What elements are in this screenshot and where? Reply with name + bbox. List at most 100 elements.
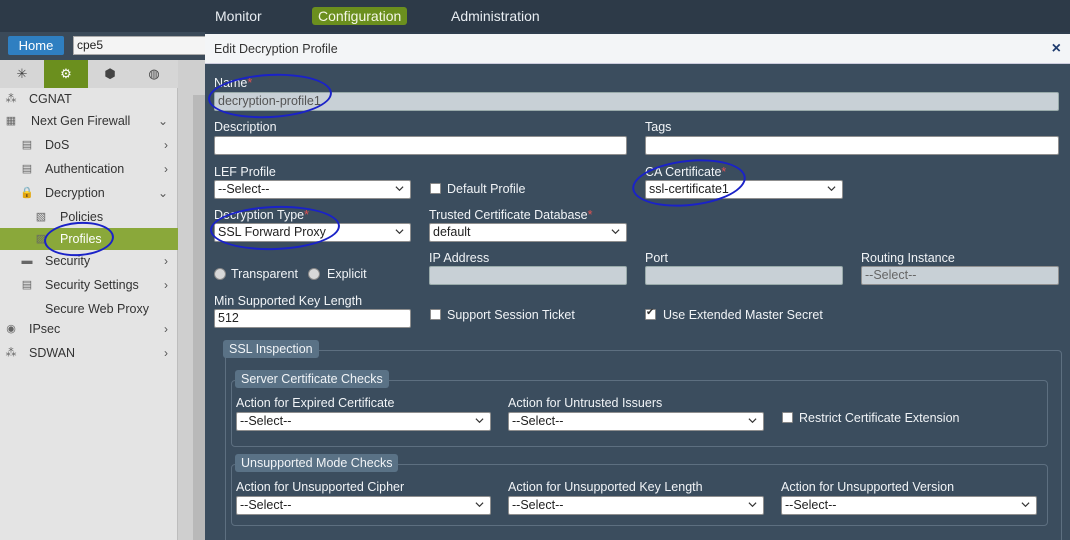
trusted-db-label: Trusted Certificate Database* [429,208,593,222]
sidebar-tabs: ✳ ⚙ ⬢ ◍ [0,60,178,88]
server-checks-legend: Server Certificate Checks [235,370,389,388]
sidebar-item-label: Decryption [45,186,105,200]
trusted-db-value: default [433,225,471,239]
dialog-header: Edit Decryption Profile × [205,34,1070,64]
unsupported-cipher-label: Action for Unsupported Cipher [236,480,405,494]
expired-cert-value: --Select-- [240,414,292,428]
ext-master-secret-label: Use Extended Master Secret [663,308,823,322]
sidebar-item-cgnat[interactable]: ⁂ CGNAT [0,88,178,110]
chevron-down-icon [395,229,404,235]
unsupported-cipher-value: --Select-- [240,498,292,512]
policy-icon: ▧ [35,211,47,223]
min-key-length-label: Min Supported Key Length [214,294,363,308]
lef-profile-value: --Select-- [218,182,270,196]
sidebar-item-label: Authentication [45,162,125,176]
chevron-right-icon: › [164,322,168,336]
home-button[interactable]: Home [8,36,64,55]
nav-configuration[interactable]: Configuration [312,7,408,25]
untrusted-issuers-select[interactable]: --Select-- [508,412,764,431]
settings-icon: ▤ [21,279,33,291]
ca-certificate-label: CA Certificate* [645,165,727,179]
ipsec-icon: ◉ [6,323,16,335]
default-profile-checkbox[interactable] [430,183,441,194]
nav-monitor[interactable]: Monitor [209,7,268,25]
content-scroll-strip [193,95,205,540]
sidebar-item-sdwan[interactable]: ⁂ SDWAN › [0,342,178,364]
authentication-icon: ▤ [21,163,33,175]
sidebar-item-decryption[interactable]: 🔒 Decryption ⌄ [0,182,178,204]
security-icon: ▬ [21,255,33,267]
chevron-down-icon [395,186,404,192]
description-field[interactable] [214,136,627,155]
sidebar-item-policies[interactable]: ▧ Policies [0,206,178,228]
unsupported-cipher-select[interactable]: --Select-- [236,496,491,515]
sidebar-item-label: Security [45,254,91,268]
session-ticket-label: Support Session Ticket [447,308,575,322]
unsupported-key-length-label: Action for Unsupported Key Length [508,480,703,494]
port-field[interactable] [645,266,843,285]
restrict-extension-label: Restrict Certificate Extension [799,411,960,425]
trusted-db-select[interactable]: default [429,223,627,242]
subbar: Home cpe5 [0,32,208,60]
unsupported-key-length-value: --Select-- [512,498,564,512]
gear-icon[interactable]: ⚙ [44,60,88,88]
lef-profile-select[interactable]: --Select-- [214,180,411,199]
sidebar-item-authentication[interactable]: ▤ Authentication › [0,158,178,180]
unsupported-version-value: --Select-- [785,498,837,512]
unsupported-version-select[interactable]: --Select-- [781,496,1037,515]
chevron-down-icon: ⌄ [157,114,168,128]
name-label: Name* [214,76,253,90]
sidebar-item-label: IPsec [29,322,61,336]
tags-field[interactable] [645,136,1059,155]
unsupported-key-length-select[interactable]: --Select-- [508,496,764,515]
nav-administration[interactable]: Administration [445,7,546,25]
firewall-icon: ▦ [5,115,17,127]
restrict-extension-checkbox[interactable] [782,412,793,423]
sidebar-item-security-settings[interactable]: ▤ Security Settings › [0,274,178,296]
explicit-radio[interactable] [308,268,320,280]
sidebar-item-security[interactable]: ▬ Security › [0,250,178,272]
chevron-right-icon: › [164,254,168,268]
chevron-down-icon [1021,502,1030,508]
routing-instance-select[interactable]: --Select-- [861,266,1059,285]
decryption-type-value: SSL Forward Proxy [218,225,326,239]
chevron-down-icon [611,229,620,235]
sidebar-item-label: Security Settings [45,278,139,292]
chevron-down-icon [748,418,757,424]
session-ticket-checkbox[interactable] [430,309,441,320]
sidebar-item-ipsec[interactable]: ◉ IPsec › [0,318,178,340]
expired-cert-label: Action for Expired Certificate [236,396,395,410]
name-field[interactable]: decryption-profile1 [214,92,1059,111]
sidebar-item-secure-web-proxy[interactable]: Secure Web Proxy [0,298,178,320]
decryption-type-select[interactable]: SSL Forward Proxy [214,223,411,242]
transparent-radio[interactable] [214,268,226,280]
sidebar-item-dos[interactable]: ▤ DoS › [0,134,178,156]
ip-address-field[interactable] [429,266,627,285]
lock-icon: 🔒 [20,187,34,199]
chevron-down-icon [748,502,757,508]
ca-certificate-select[interactable]: ssl-certificate1 [645,180,843,199]
min-key-length-field[interactable]: 512 [214,309,411,328]
close-icon[interactable]: × [1052,40,1061,58]
ca-certificate-value: ssl-certificate1 [649,182,729,196]
device-selector[interactable]: cpe5 [73,36,208,55]
chevron-right-icon: › [164,278,168,292]
top-navigation: Monitor Configuration Administration [0,0,1070,32]
cgnat-icon: ⁂ [5,93,17,105]
unsupported-version-label: Action for Unsupported Version [781,480,955,494]
sidebar-item-next-gen-firewall[interactable]: ▦ Next Gen Firewall ⌄ [0,110,178,132]
ext-master-secret-checkbox[interactable] [645,307,656,320]
expired-cert-select[interactable]: --Select-- [236,412,491,431]
cube-icon[interactable]: ⬢ [88,60,132,88]
network-icon[interactable]: ✳ [0,60,44,88]
sidebar-item-label: Policies [60,210,104,224]
chevron-right-icon: › [164,346,168,360]
globe-icon[interactable]: ◍ [132,60,176,88]
edit-decryption-profile-dialog: Edit Decryption Profile × Name* decrypti… [205,34,1070,540]
chevron-down-icon [827,186,836,192]
ip-address-label: IP Address [429,251,490,265]
sidebar-item-label: DoS [45,138,70,152]
sidebar-item-profiles[interactable]: ▨ Profiles [0,228,178,250]
routing-instance-label: Routing Instance [861,251,955,265]
untrusted-issuers-label: Action for Untrusted Issuers [508,396,663,410]
